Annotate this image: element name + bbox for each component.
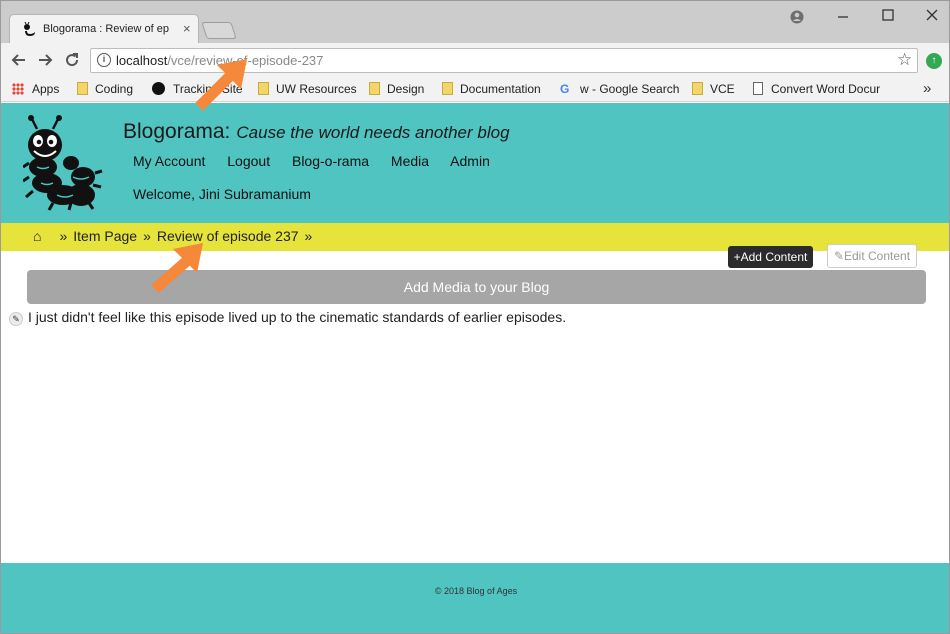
nav-admin[interactable]: Admin xyxy=(450,153,490,169)
bookmark-design[interactable]: Design xyxy=(369,82,424,96)
welcome-message: Welcome, Jini Subramanium xyxy=(133,186,311,202)
bookmark-star-icon[interactable]: ☆ xyxy=(897,50,912,70)
tab-close-icon[interactable]: × xyxy=(183,21,191,36)
content-text: I just didn't feel like this episode liv… xyxy=(28,309,567,325)
folder-icon xyxy=(369,82,380,95)
document-icon xyxy=(753,82,763,95)
bookmark-coding[interactable]: Coding xyxy=(77,82,133,96)
nav-logout[interactable]: Logout xyxy=(227,153,270,169)
caterpillar-logo-icon[interactable] xyxy=(23,115,103,211)
browser-tab[interactable]: Blogorama : Review of ep × xyxy=(9,14,199,43)
add-content-button[interactable]: +Add Content xyxy=(728,246,813,268)
annotation-arrow-icon xyxy=(151,243,203,294)
nav-blog-o-rama[interactable]: Blog-o-rama xyxy=(292,153,369,169)
site-footer: © 2018 Blog of Ages xyxy=(1,563,949,633)
breadcrumb-separator: » xyxy=(304,228,313,244)
site-tagline: Cause the world needs another blog xyxy=(236,123,510,142)
google-icon: G xyxy=(560,82,570,96)
new-tab-button[interactable] xyxy=(201,22,237,39)
folder-icon xyxy=(77,82,88,95)
close-window-icon[interactable] xyxy=(922,8,942,22)
pencil-edit-icon[interactable]: ✎ xyxy=(9,312,23,326)
minimize-icon[interactable] xyxy=(833,11,853,23)
nav-media[interactable]: Media xyxy=(391,153,429,169)
bookmark-documentation[interactable]: Documentation xyxy=(442,82,541,96)
folder-icon xyxy=(258,82,269,95)
info-icon[interactable]: i xyxy=(97,53,111,67)
bookmarks-bar: Apps Coding Tracking Site UW Resources D… xyxy=(1,77,949,102)
copyright-text: © 2018 Blog of Ages xyxy=(434,586,518,596)
annotation-arrow-icon xyxy=(195,59,247,111)
nav-my-account[interactable]: My Account xyxy=(133,153,205,169)
bookmark-convert-word[interactable]: Convert Word Docur xyxy=(753,82,881,96)
edit-content-button[interactable]: ✎Edit Content xyxy=(827,244,917,268)
site-header: Blogorama: Cause the world needs another … xyxy=(1,103,949,223)
forward-arrow-icon[interactable] xyxy=(35,50,55,70)
caterpillar-favicon-icon xyxy=(24,22,35,36)
bookmark-uw-resources[interactable]: UW Resources xyxy=(258,82,357,96)
maximize-icon[interactable] xyxy=(878,8,898,22)
tracking-site-icon xyxy=(152,82,165,95)
folder-icon xyxy=(442,82,453,95)
folder-icon xyxy=(692,82,703,95)
tab-title: Blogorama : Review of ep xyxy=(43,23,169,35)
browser-window: Blogorama : Review of ep × i localhost ☆… xyxy=(0,0,950,634)
breadcrumb-item-page[interactable]: Item Page xyxy=(73,228,137,244)
bookmark-apps[interactable]: Apps xyxy=(12,82,59,96)
profile-icon[interactable] xyxy=(787,10,807,24)
reload-icon[interactable] xyxy=(62,50,82,70)
main-nav: My Account Logout Blog-o-rama Media Admi… xyxy=(133,153,508,169)
bookmark-google-search[interactable]: Gw - Google Search xyxy=(560,82,679,96)
bookmark-vce[interactable]: VCE xyxy=(692,82,735,96)
extension-update-icon[interactable]: ↑ xyxy=(926,53,942,69)
back-arrow-icon[interactable] xyxy=(9,50,29,70)
home-icon[interactable]: ⌂ xyxy=(33,228,41,244)
url-host: localhost xyxy=(116,53,168,68)
breadcrumb-separator: » xyxy=(59,228,68,244)
more-bookmarks-icon[interactable]: » xyxy=(923,80,931,97)
site-name[interactable]: Blogorama: xyxy=(123,120,230,143)
title-bar: Blogorama : Review of ep × xyxy=(1,1,949,43)
apps-grid-icon xyxy=(12,83,24,95)
content-item: ✎ I just didn't feel like this episode li… xyxy=(9,309,566,326)
browser-toolbar: i localhost/vce/review-of-episode-237 ☆ … xyxy=(1,43,949,77)
site-title: Blogorama: Cause the world needs another … xyxy=(123,120,510,144)
